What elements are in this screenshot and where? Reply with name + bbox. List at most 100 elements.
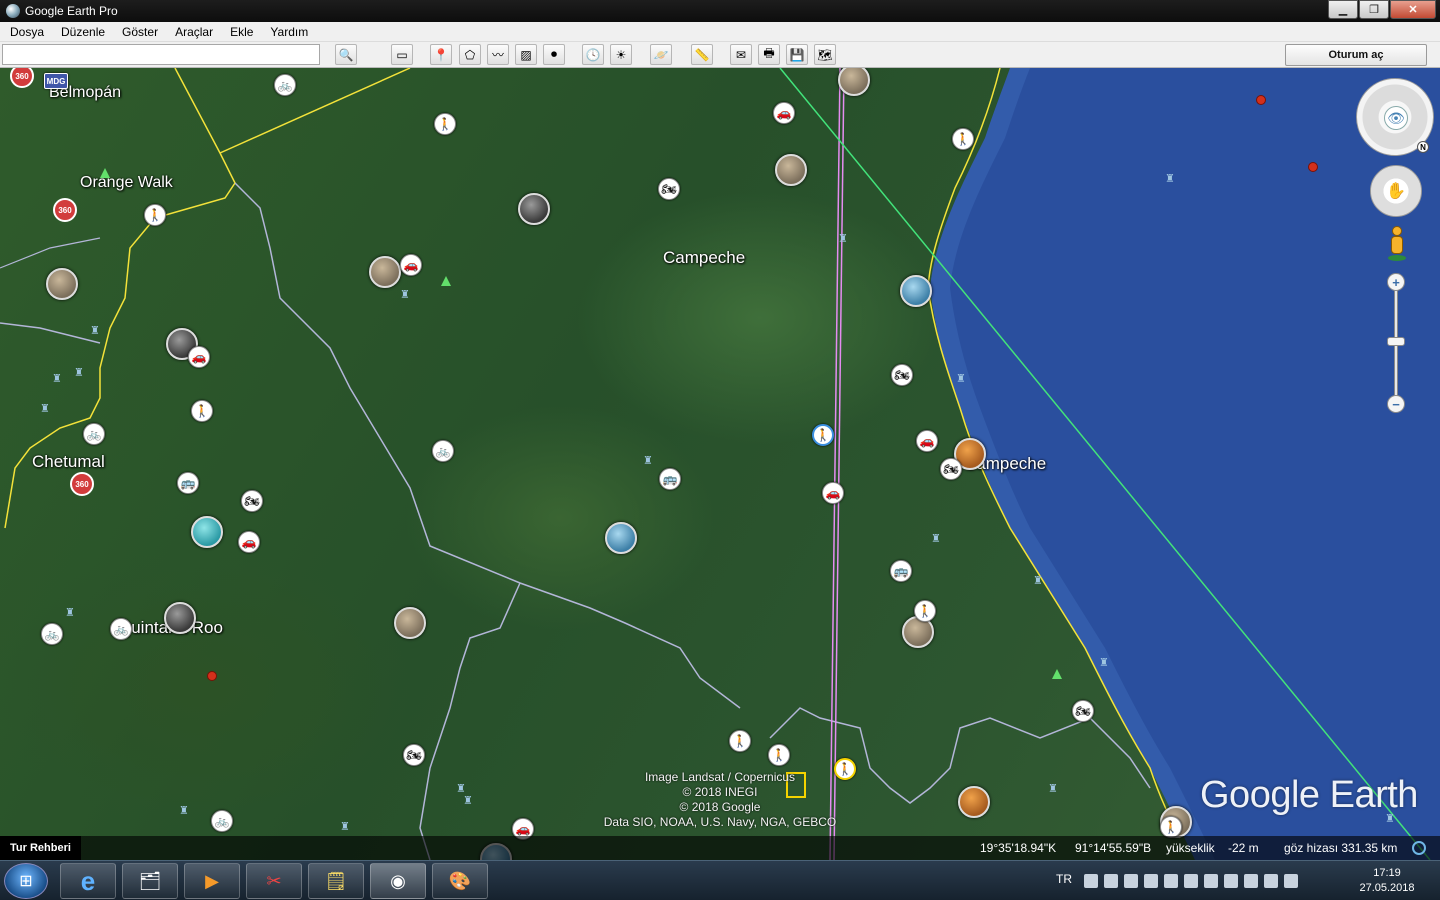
language-indicator[interactable]: TR: [1056, 872, 1072, 886]
photo-marker[interactable]: [958, 786, 990, 818]
sticky-notes-taskbar-button[interactable]: 🗒: [308, 863, 364, 899]
car-icon[interactable]: 🚗: [773, 102, 795, 124]
add-placemark-button[interactable]: 📍: [430, 44, 452, 65]
photo-marker[interactable]: [518, 193, 550, 225]
badge-360[interactable]: 360: [53, 198, 77, 222]
car-icon[interactable]: 🚗: [916, 430, 938, 452]
placemark-icon[interactable]: ♜: [931, 532, 941, 545]
motorbike-icon[interactable]: 🏍: [1072, 700, 1094, 722]
placemark-icon[interactable]: ♜: [1048, 782, 1058, 795]
placemark-icon[interactable]: ♜: [1165, 172, 1175, 185]
bike-icon[interactable]: 🚲: [83, 423, 105, 445]
eye-icon[interactable]: 👁: [1384, 106, 1408, 130]
tray-icon[interactable]: [1104, 874, 1118, 888]
hiking-icon[interactable]: 🚶: [144, 204, 166, 226]
record-tour-button[interactable]: ⏺: [543, 44, 565, 65]
move-control[interactable]: ✋: [1370, 165, 1422, 217]
sunlight-button[interactable]: ☀: [610, 44, 632, 65]
print-button[interactable]: 🖶: [758, 44, 780, 65]
volume-icon[interactable]: [1284, 874, 1298, 888]
street-view-pegman-icon[interactable]: [1386, 226, 1408, 262]
save-image-button[interactable]: 💾: [786, 44, 808, 65]
network-icon[interactable]: [1264, 874, 1278, 888]
label-campeche-region[interactable]: Campeche: [663, 248, 745, 268]
menu-tools[interactable]: Araçlar: [165, 25, 220, 39]
placemark-icon[interactable]: ♜: [1033, 574, 1043, 587]
photo-marker[interactable]: [46, 268, 78, 300]
tray-icon[interactable]: [1244, 874, 1258, 888]
placemark-icon[interactable]: ♜: [400, 288, 410, 301]
car-icon[interactable]: 🚗: [238, 531, 260, 553]
hiking-icon[interactable]: 🚶: [952, 128, 974, 150]
motorbike-icon[interactable]: 🏍: [891, 364, 913, 386]
park-icon[interactable]: [1052, 669, 1062, 679]
email-button[interactable]: ✉: [730, 44, 752, 65]
bike-icon[interactable]: 🚲: [211, 810, 233, 832]
snipping-tool-taskbar-button[interactable]: ✂: [246, 863, 302, 899]
ruler-button[interactable]: 📏: [691, 44, 713, 65]
placemark-icon[interactable]: ♜: [838, 232, 848, 245]
label-orange-walk[interactable]: Orange Walk: [80, 174, 173, 192]
add-path-button[interactable]: 〰: [487, 44, 509, 65]
motorbike-icon[interactable]: 🏍: [241, 490, 263, 512]
paint-taskbar-button[interactable]: 🎨: [432, 863, 488, 899]
car-icon[interactable]: 🚗: [400, 254, 422, 276]
search-input[interactable]: [2, 44, 320, 65]
placemark-icon[interactable]: ♜: [65, 606, 75, 619]
sign-in-button[interactable]: Oturum aç: [1285, 44, 1427, 66]
add-polygon-button[interactable]: ⬠: [459, 44, 481, 65]
menu-edit[interactable]: Düzenle: [51, 25, 112, 39]
add-image-overlay-button[interactable]: ▨: [515, 44, 537, 65]
mdg-badge[interactable]: MDG: [44, 73, 68, 89]
earthquake-icon[interactable]: [207, 671, 217, 681]
earthquake-icon[interactable]: [1308, 162, 1318, 172]
google-earth-taskbar-button[interactable]: ◉: [370, 863, 426, 899]
bike-icon[interactable]: 🚲: [432, 440, 454, 462]
photo-marker[interactable]: [775, 154, 807, 186]
tray-icon[interactable]: [1224, 874, 1238, 888]
media-player-taskbar-button[interactable]: ▶: [184, 863, 240, 899]
car-icon[interactable]: 🚗: [822, 482, 844, 504]
photo-marker[interactable]: [394, 607, 426, 639]
zoom-slider[interactable]: + −: [1386, 273, 1406, 413]
zoom-in-button[interactable]: +: [1387, 273, 1405, 291]
view-in-maps-button[interactable]: 🗺: [814, 44, 836, 65]
historical-imagery-button[interactable]: 🕓: [582, 44, 604, 65]
planets-button[interactable]: 🪐: [650, 44, 672, 65]
earthquake-icon[interactable]: [1256, 95, 1266, 105]
look-control[interactable]: 👁 N: [1356, 78, 1434, 156]
tray-icon[interactable]: [1164, 874, 1178, 888]
placemark-icon[interactable]: ♜: [463, 794, 473, 807]
placemark-icon[interactable]: ♜: [74, 366, 84, 379]
placemark-icon[interactable]: ♜: [52, 372, 62, 385]
placemark-icon[interactable]: ♜: [340, 820, 350, 833]
photo-marker[interactable]: [164, 602, 196, 634]
hiking-icon[interactable]: 🚶: [768, 744, 790, 766]
car-icon[interactable]: 🚗: [188, 346, 210, 368]
north-button[interactable]: N: [1417, 141, 1429, 153]
internet-explorer-taskbar-button[interactable]: e: [60, 863, 116, 899]
hiking-icon[interactable]: 🚶: [1160, 816, 1182, 838]
menu-view[interactable]: Göster: [112, 25, 165, 39]
search-button[interactable]: 🔍: [335, 44, 357, 65]
placemark-icon[interactable]: ♜: [90, 324, 100, 337]
bus-icon[interactable]: 🚌: [890, 560, 912, 582]
hiking-icon[interactable]: 🚶: [812, 424, 834, 446]
bike-icon[interactable]: 🚲: [274, 74, 296, 96]
tour-guide-button[interactable]: Tur Rehberi: [0, 836, 81, 860]
start-button[interactable]: ⊞: [4, 863, 48, 899]
photo-marker[interactable]: [605, 522, 637, 554]
hiking-icon[interactable]: 🚶: [191, 400, 213, 422]
photo-marker[interactable]: [369, 256, 401, 288]
map-view[interactable]: Belmopán Orange Walk Campeche Chetumal C…: [0, 68, 1440, 860]
close-button[interactable]: ✕: [1390, 0, 1436, 19]
park-icon[interactable]: [441, 276, 451, 286]
explorer-taskbar-button[interactable]: 🗂: [122, 863, 178, 899]
placemark-icon[interactable]: ♜: [179, 804, 189, 817]
motorbike-icon[interactable]: 🏍: [403, 744, 425, 766]
placemark-icon[interactable]: ♜: [956, 372, 966, 385]
placemark-icon[interactable]: ♜: [40, 402, 50, 415]
photo-marker[interactable]: [191, 516, 223, 548]
maximize-button[interactable]: ❐: [1359, 0, 1389, 19]
menu-help[interactable]: Yardım: [260, 25, 315, 39]
